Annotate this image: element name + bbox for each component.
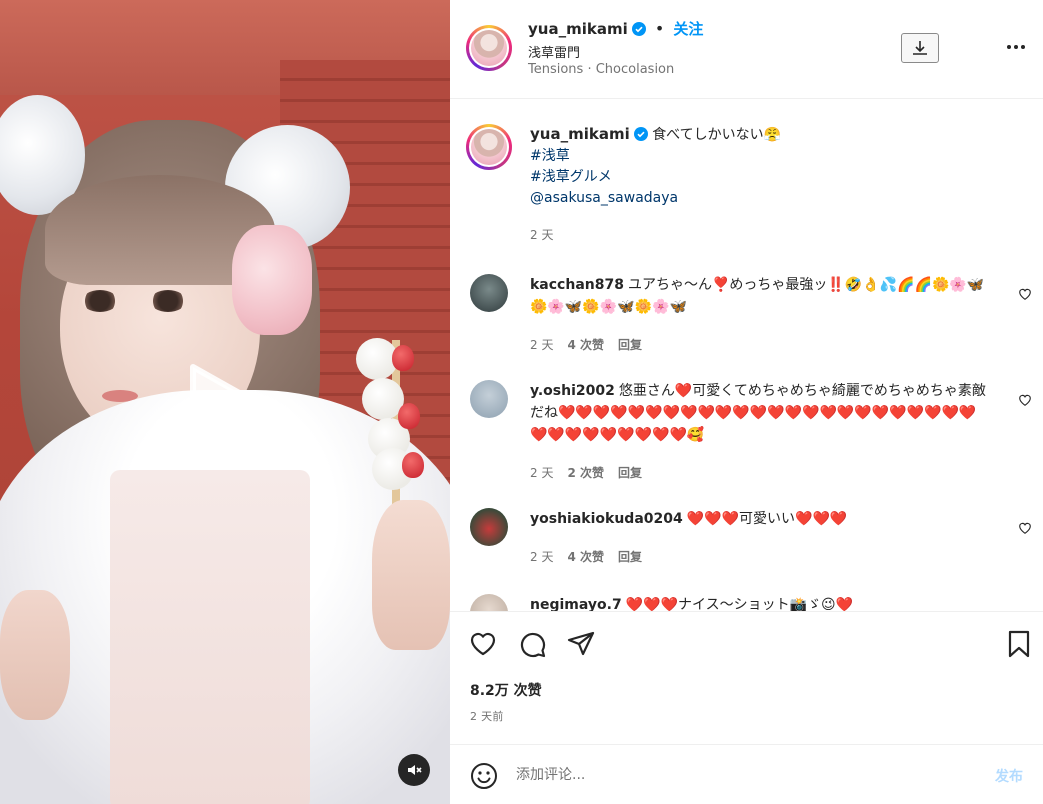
commenter-username[interactable]: yoshiakiokuda0204 (530, 511, 683, 527)
caption-username[interactable]: yua_mikami (530, 125, 630, 143)
comment-text: ❤️❤️❤️可愛いい❤️❤️❤️ (686, 511, 848, 527)
add-comment-bar: 发布 (450, 744, 1043, 804)
mention-link[interactable]: @asakusa_sawadaya (530, 188, 1010, 209)
location-link[interactable]: 浅草雷門 (528, 42, 580, 61)
post-time[interactable]: 2 天前 (470, 708, 504, 724)
more-icon[interactable] (1002, 37, 1030, 57)
comment-time[interactable]: 2 天 (530, 466, 553, 480)
comment-input[interactable] (516, 763, 916, 787)
download-icon (913, 41, 927, 55)
comment-likes[interactable]: 2 次赞 (567, 466, 604, 480)
audio-link[interactable]: Tensions · Chocolasion (528, 62, 674, 77)
comment-like-icon[interactable] (1018, 521, 1032, 535)
post-video[interactable] (0, 0, 450, 804)
muted-icon[interactable] (398, 754, 430, 786)
comment-icon[interactable] (517, 629, 547, 659)
comments-list[interactable]: yua_mikami 食べてしかいない😤 #浅草 #浅草グルメ @asakusa… (450, 100, 1043, 611)
post-button[interactable]: 发布 (995, 766, 1023, 786)
hashtag-link[interactable]: #浅草 (530, 146, 1010, 167)
caption-time[interactable]: 2 天 (530, 225, 1010, 246)
bookmark-icon[interactable] (1004, 629, 1034, 659)
commenter-avatar[interactable] (470, 508, 508, 546)
play-icon[interactable] (178, 358, 268, 448)
commenter-username[interactable]: negimayo.7 (530, 597, 622, 611)
comment-likes[interactable]: 4 次赞 (567, 550, 604, 564)
emoji-icon[interactable] (470, 762, 498, 790)
comment-time[interactable]: 2 天 (530, 550, 553, 564)
download-button[interactable] (901, 33, 939, 63)
comment-like-icon[interactable] (1018, 393, 1032, 407)
commenter-username[interactable]: y.oshi2002 (530, 383, 615, 399)
commenter-avatar[interactable] (470, 594, 508, 611)
header-username[interactable]: yua_mikami (528, 20, 628, 38)
action-bar: 8.2万 次赞 2 天前 (450, 611, 1043, 744)
comment-likes[interactable]: 4 次赞 (567, 338, 604, 352)
like-count[interactable]: 8.2万 次赞 (470, 680, 542, 700)
comment-like-icon[interactable] (1018, 287, 1032, 301)
verified-badge-icon (633, 127, 648, 141)
comment-time[interactable]: 2 天 (530, 338, 553, 352)
heart-icon[interactable] (468, 629, 498, 659)
hashtag-link[interactable]: #浅草グルメ (530, 167, 1010, 188)
commenter-avatar[interactable] (470, 274, 508, 312)
follow-button[interactable]: 关注 (673, 20, 703, 38)
post-panel: yua_mikami • 关注 浅草雷門 Tensions · Chocolas… (450, 0, 1043, 804)
reply-button[interactable]: 回复 (618, 338, 642, 352)
verified-badge-icon (631, 22, 646, 36)
instagram-post-modal: yua_mikami • 关注 浅草雷門 Tensions · Chocolas… (0, 0, 1043, 804)
commenter-username[interactable]: kacchan878 (530, 277, 624, 293)
comment-text: ❤️❤️❤️ナイス〜ショット📸ゞ😉❤️ (625, 597, 854, 611)
caption-avatar[interactable] (466, 124, 512, 170)
separator: • (654, 19, 665, 38)
caption-text: 食べてしかいない😤 (652, 127, 782, 143)
commenter-avatar[interactable] (470, 380, 508, 418)
reply-button[interactable]: 回复 (618, 550, 642, 564)
share-icon[interactable] (566, 629, 596, 659)
avatar[interactable] (466, 25, 512, 71)
reply-button[interactable]: 回复 (618, 466, 642, 480)
post-header: yua_mikami • 关注 浅草雷門 Tensions · Chocolas… (450, 0, 1043, 99)
